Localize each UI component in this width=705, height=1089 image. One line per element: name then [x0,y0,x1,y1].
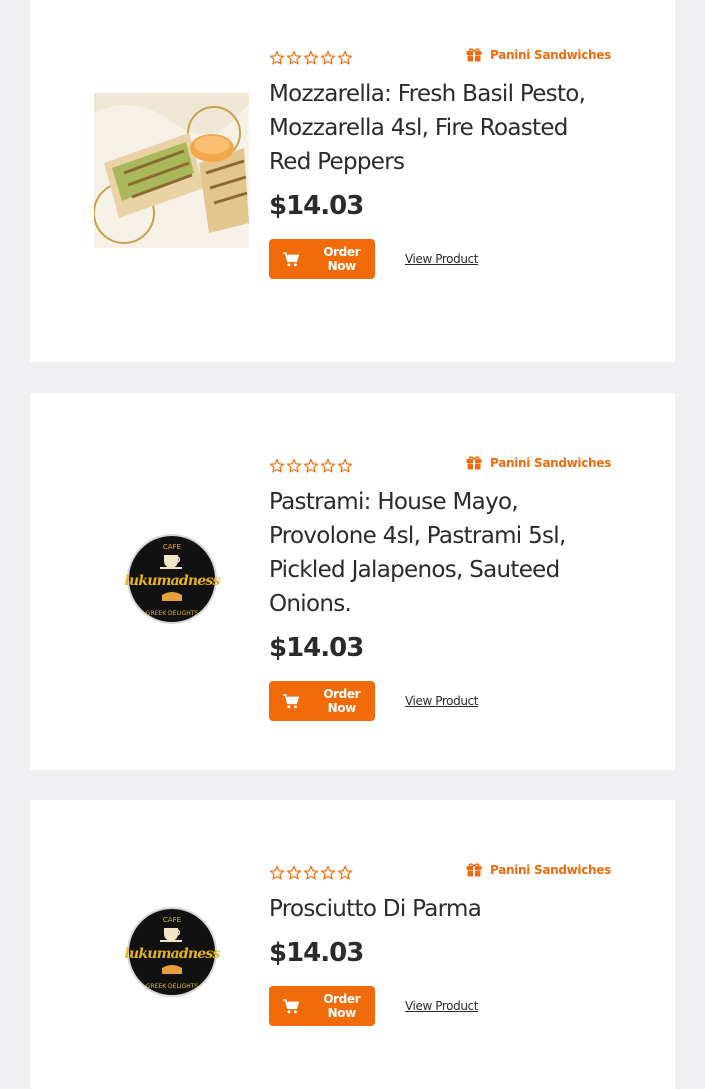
order-now-button[interactable]: Order Now [269,681,375,721]
product-price: $14.03 [269,633,364,663]
star-outline-icon [303,50,319,65]
star-outline-icon [286,458,302,473]
gift-icon [466,863,482,877]
star-outline-icon [286,865,302,880]
cart-icon [283,693,300,708]
panini-wrap-photo [94,93,249,248]
star-outline-icon [286,50,302,65]
logo-name-text: lukumadness [124,573,220,589]
star-outline-icon [269,865,285,880]
star-outline-icon [269,50,285,65]
view-product-link[interactable]: View Product [405,252,478,266]
star-outline-icon [320,865,336,880]
cart-icon [283,998,300,1013]
logo-name-text: lukumadness [124,946,220,962]
category-label: Panini Sandwiches [490,456,611,470]
star-outline-icon [320,458,336,473]
logo-tagline-text: GREEK DELIGHTS [145,983,198,990]
lukumadness-logo: CAFE lukumadness GREEK DELIGHTS [123,903,221,1000]
order-now-label: Order Now [323,992,361,1020]
category-label: Panini Sandwiches [490,48,611,62]
product-card: Panini Sandwiches Mozzarella: Fresh Basi… [30,0,675,362]
product-title[interactable]: Pastrami: House Mayo, Provolone 4sl, Pas… [269,485,611,621]
cart-icon [283,251,300,266]
product-actions: Order Now View Product [269,239,611,279]
star-outline-icon [320,50,336,65]
order-now-label: Order Now [323,687,361,715]
star-outline-icon [303,865,319,880]
star-outline-icon [303,458,319,473]
product-price: $14.03 [269,938,364,968]
product-card: CAFE lukumadness GREEK DELIGHTS Panini S… [30,393,675,770]
category-link[interactable]: Panini Sandwiches [466,456,611,470]
gift-icon [466,456,482,470]
order-now-button[interactable]: Order Now [269,239,375,279]
product-info: Panini Sandwiches Pastrami: House Mayo, … [269,456,611,721]
product-info: Panini Sandwiches Prosciutto Di Parma $1… [269,863,611,1026]
product-image[interactable] [94,93,249,248]
logo-cafe-text: CAFE [162,543,180,551]
view-product-link[interactable]: View Product [405,694,478,708]
product-card: CAFE lukumadness GREEK DELIGHTS Panini S… [30,800,675,1089]
panini-photo-illustration [94,93,249,248]
star-outline-icon [337,865,353,880]
logo-cafe-text: CAFE [162,916,180,924]
view-product-link[interactable]: View Product [405,999,478,1013]
product-actions: Order Now View Product [269,681,611,721]
product-image[interactable]: CAFE lukumadness GREEK DELIGHTS [94,874,249,1029]
product-title[interactable]: Prosciutto Di Parma [269,892,611,926]
order-now-button[interactable]: Order Now [269,986,375,1026]
gift-icon [466,48,482,62]
product-info: Panini Sandwiches Mozzarella: Fresh Basi… [269,48,611,279]
product-actions: Order Now View Product [269,986,611,1026]
product-title[interactable]: Mozzarella: Fresh Basil Pesto, Mozzarell… [269,77,611,179]
product-image[interactable]: CAFE lukumadness GREEK DELIGHTS [94,501,249,656]
product-price: $14.03 [269,191,364,221]
star-outline-icon [269,458,285,473]
lukumadness-logo: CAFE lukumadness GREEK DELIGHTS [123,530,221,627]
category-link[interactable]: Panini Sandwiches [466,48,611,62]
star-outline-icon [337,50,353,65]
logo-tagline-text: GREEK DELIGHTS [145,610,198,617]
category-label: Panini Sandwiches [490,863,611,877]
order-now-label: Order Now [323,245,361,273]
category-link[interactable]: Panini Sandwiches [466,863,611,877]
star-outline-icon [337,458,353,473]
